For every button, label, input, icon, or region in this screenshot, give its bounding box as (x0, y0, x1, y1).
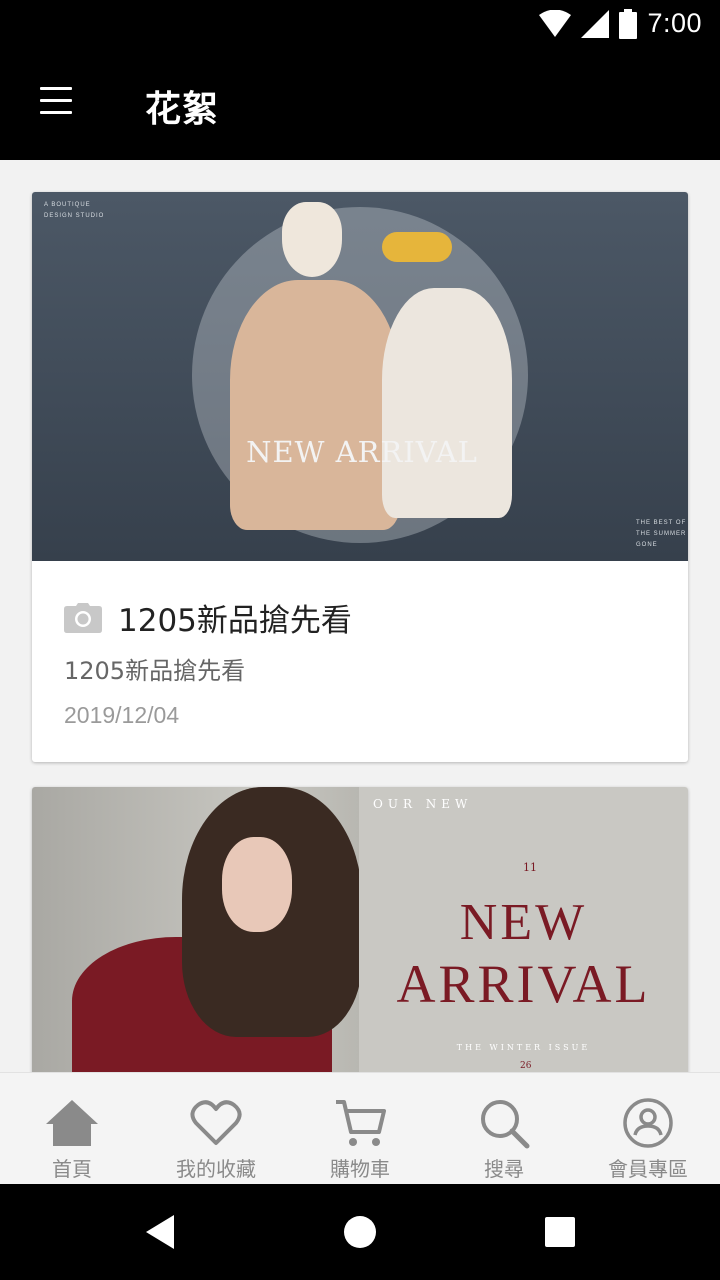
model-left (230, 280, 400, 530)
status-bar: 7:00 (0, 0, 720, 50)
home-icon (46, 1100, 98, 1146)
post-card[interactable]: A BOUTIQUE DESIGN STUDIO THE BEST OF THE… (32, 192, 688, 762)
model-face (222, 837, 292, 932)
image-headline: NEW ARRIVAL (246, 435, 478, 469)
battery-icon (619, 8, 638, 39)
post-subtitle: 1205新品搶先看 (64, 657, 246, 685)
post-title-row: 1205新品搶先看 (64, 595, 352, 640)
app-bar: 花絮 (0, 50, 720, 160)
nav-item-cart[interactable]: 購物車 (288, 1073, 432, 1185)
nav-label: 會員專區 (608, 1157, 688, 1181)
model-right (382, 288, 512, 518)
headline-new: NEW (459, 894, 588, 951)
nav-item-home[interactable]: 首頁 (0, 1073, 144, 1185)
page-title: 花絮 (145, 89, 220, 130)
bottom-nav: 首頁 我的收藏 購物車 搜尋 會員專區 (0, 1072, 720, 1184)
account-icon (623, 1098, 673, 1148)
camera-icon (64, 602, 102, 633)
issue-text: THE WINTER ISSUE (456, 1043, 591, 1052)
post-card[interactable]: OUR NEW 11 NEW ARRIVAL THE WINTER ISSUE … (32, 787, 688, 1072)
post-image[interactable]: OUR NEW 11 NEW ARRIVAL THE WINTER ISSUE … (32, 787, 688, 1072)
recents-icon[interactable] (536, 1208, 584, 1256)
heart-icon (190, 1100, 242, 1145)
our-new-text: OUR NEW (373, 797, 473, 811)
page-number: 26 (520, 1061, 532, 1071)
nav-label: 搜尋 (484, 1157, 524, 1181)
corner-text-top-left: A BOUTIQUE DESIGN STUDIO (44, 202, 105, 219)
nav-item-account[interactable]: 會員專區 (576, 1073, 720, 1185)
post-feed[interactable]: A BOUTIQUE DESIGN STUDIO THE BEST OF THE… (0, 160, 720, 1072)
back-icon[interactable] (136, 1208, 184, 1256)
nav-label: 我的收藏 (176, 1157, 256, 1181)
home-circle-icon[interactable] (336, 1208, 384, 1256)
system-nav-bar (0, 1184, 720, 1280)
text-panel: OUR NEW 11 NEW ARRIVAL THE WINTER ISSUE … (359, 787, 688, 1072)
status-icons: 7:00 (539, 8, 702, 39)
nav-label: 購物車 (330, 1157, 390, 1181)
status-time: 7:00 (647, 8, 702, 38)
photo-panel (32, 787, 362, 1072)
wifi-icon (539, 9, 572, 37)
search-icon (481, 1100, 530, 1149)
headline-arrival: ARRIVAL (396, 954, 651, 1014)
cart-icon (336, 1100, 386, 1146)
nav-item-search[interactable]: 搜尋 (432, 1073, 576, 1185)
post-title: 1205新品搶先看 (118, 603, 352, 639)
corner-text-bottom-right: THE BEST OF THE SUMMER GONE (636, 520, 687, 548)
beanie-hat (282, 202, 342, 277)
post-image[interactable]: A BOUTIQUE DESIGN STUDIO THE BEST OF THE… (32, 192, 688, 561)
nav-item-favorites[interactable]: 我的收藏 (144, 1073, 288, 1185)
issue-number: 11 (523, 861, 537, 874)
yellow-headband (382, 232, 452, 262)
hamburger-menu-icon[interactable] (40, 87, 72, 119)
nav-label: 首頁 (52, 1157, 92, 1181)
signal-icon (581, 9, 610, 38)
post-date: 2019/12/04 (64, 702, 180, 728)
